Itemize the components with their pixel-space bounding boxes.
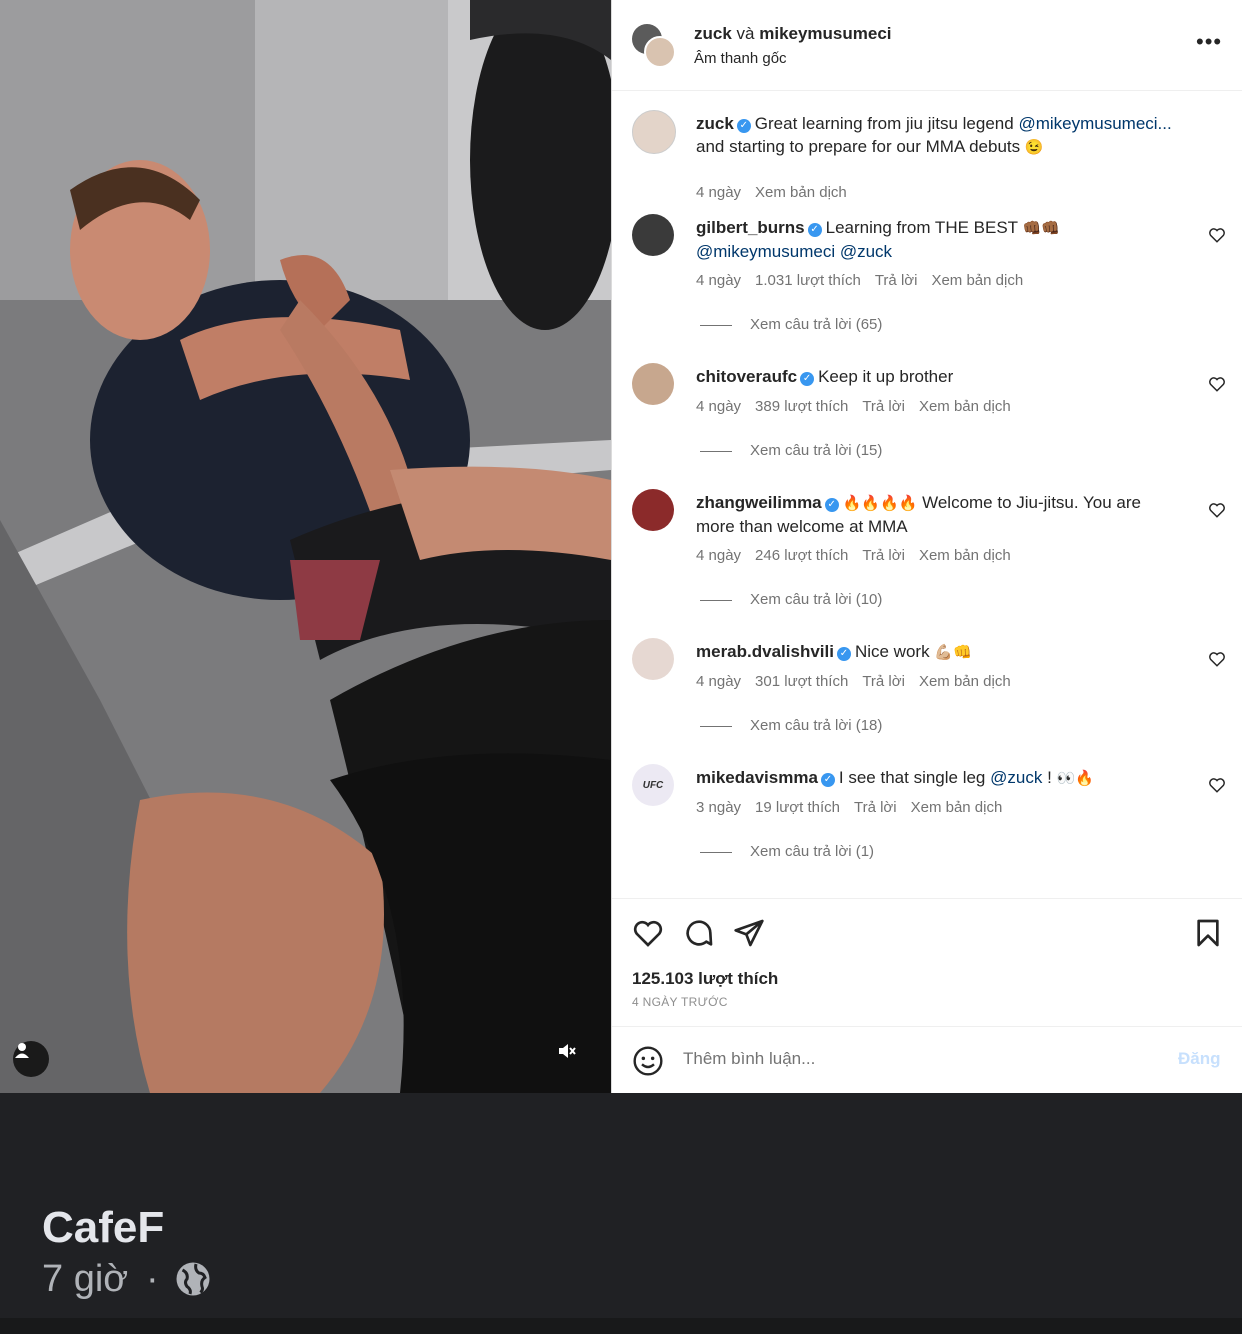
post-authors: zuck và mikeymusumeci xyxy=(694,24,892,43)
page-name[interactable]: CafeF xyxy=(42,1203,164,1253)
verified-icon: ✓ xyxy=(836,647,851,661)
share-icon[interactable] xyxy=(733,917,765,949)
comment-input[interactable]: Thêm bình luận... xyxy=(683,1049,815,1069)
avatar-badge-text: UFC xyxy=(642,779,664,791)
author-link[interactable]: zuck xyxy=(694,24,732,43)
mention-link[interactable]: @zuck xyxy=(990,768,1042,787)
view-replies-button[interactable]: Xem câu trả lời (1) xyxy=(700,843,874,860)
comment-time: 3 ngày xyxy=(696,799,742,816)
comment-likes[interactable]: 246 lượt thích xyxy=(755,547,848,564)
avatar[interactable]: UFC xyxy=(632,764,674,806)
heart-icon[interactable] xyxy=(1208,776,1226,794)
reply-link[interactable]: Trả lời xyxy=(862,547,905,564)
globe-icon xyxy=(176,1262,210,1296)
comment-time: 4 ngày xyxy=(696,272,742,289)
post-video[interactable] xyxy=(0,0,611,1093)
avatar[interactable] xyxy=(632,363,674,405)
verified-icon: ✓ xyxy=(807,223,822,237)
comment-time: 4 ngày xyxy=(696,398,742,415)
comment-icon[interactable] xyxy=(683,917,715,949)
comment-username[interactable]: mikedavismma xyxy=(696,768,818,787)
comment-username[interactable]: merab.dvalishvili xyxy=(696,642,834,661)
translate-link[interactable]: Xem bản dịch xyxy=(911,799,1003,816)
heart-icon[interactable] xyxy=(1208,650,1226,668)
heart-icon[interactable] xyxy=(1208,375,1226,393)
comment-username[interactable]: zhangweilimma xyxy=(696,493,822,512)
bottom-bar xyxy=(0,1318,1242,1334)
avatar xyxy=(644,36,676,68)
post-time[interactable]: 7 giờ xyxy=(42,1258,128,1301)
reply-link[interactable]: Trả lời xyxy=(862,398,905,415)
collab-avatars[interactable] xyxy=(632,24,676,68)
view-replies-button[interactable]: Xem câu trả lời (15) xyxy=(700,442,882,459)
avatar[interactable] xyxy=(632,638,674,680)
comment-likes[interactable]: 1.031 lượt thích xyxy=(755,272,861,289)
translate-link[interactable]: Xem bản dịch xyxy=(931,272,1023,289)
verified-icon: ✓ xyxy=(824,498,839,512)
smile-icon[interactable] xyxy=(632,1045,664,1077)
comment-username[interactable]: gilbert_burns xyxy=(696,218,805,237)
translate-link[interactable]: Xem bản dịch xyxy=(919,547,1011,564)
comment-time: 4 ngày xyxy=(696,547,742,564)
heart-icon[interactable] xyxy=(632,917,664,949)
heart-icon[interactable] xyxy=(1208,226,1226,244)
separator: · xyxy=(146,1258,159,1300)
view-replies-button[interactable]: Xem câu trả lời (65) xyxy=(700,316,882,333)
reply-link[interactable]: Trả lời xyxy=(862,673,905,690)
post-side-panel: zuck và mikeymusumeci Âm thanh gốc ••• z… xyxy=(611,0,1242,1093)
comment-composer: Thêm bình luận... Đăng xyxy=(612,1026,1242,1093)
bookmark-icon[interactable] xyxy=(1192,917,1224,949)
post-actions: 125.103 lượt thích 4 NGÀY TRƯỚC xyxy=(612,898,1242,1027)
audio-label[interactable]: Âm thanh gốc xyxy=(694,50,787,67)
avatar[interactable] xyxy=(632,214,674,256)
translate-link[interactable]: Xem bản dịch xyxy=(755,184,847,201)
post-timestamp: 4 NGÀY TRƯỚC xyxy=(632,995,728,1009)
comment-username[interactable]: zuck xyxy=(696,114,734,133)
verified-icon: ✓ xyxy=(736,119,751,133)
avatar[interactable] xyxy=(632,110,676,154)
comment-likes[interactable]: 301 lượt thích xyxy=(755,673,848,690)
comment-likes[interactable]: 389 lượt thích xyxy=(755,398,848,415)
mention-link[interactable]: @mikeymusumeci... xyxy=(1018,114,1171,133)
comment-likes[interactable]: 19 lượt thích xyxy=(755,799,840,816)
muted-icon[interactable] xyxy=(556,1041,592,1077)
translate-link[interactable]: Xem bản dịch xyxy=(919,398,1011,415)
comment-time: 4 ngày xyxy=(696,184,742,201)
user-tag-icon[interactable] xyxy=(13,1041,49,1077)
post-header: zuck và mikeymusumeci Âm thanh gốc ••• xyxy=(612,0,1242,91)
comment-username[interactable]: chitoveraufc xyxy=(696,367,797,386)
avatar[interactable] xyxy=(632,489,674,531)
likes-count[interactable]: 125.103 lượt thích xyxy=(632,969,778,989)
instagram-post-screenshot: zuck và mikeymusumeci Âm thanh gốc ••• z… xyxy=(0,0,1242,1093)
post-comment-button[interactable]: Đăng xyxy=(1178,1049,1221,1069)
view-replies-button[interactable]: Xem câu trả lời (10) xyxy=(700,591,882,608)
heart-icon[interactable] xyxy=(1208,501,1226,519)
verified-icon: ✓ xyxy=(820,773,835,787)
translate-link[interactable]: Xem bản dịch xyxy=(919,673,1011,690)
comments-list[interactable]: zuck ✓ Great learning from jiu jitsu legen… xyxy=(612,92,1242,898)
reply-link[interactable]: Trả lời xyxy=(875,272,918,289)
author-link[interactable]: mikeymusumeci xyxy=(759,24,891,43)
mention-link[interactable]: @mikeymusumeci @zuck xyxy=(696,242,892,261)
comment-time: 4 ngày xyxy=(696,673,742,690)
video-frame-illustration xyxy=(0,0,611,1093)
reply-link[interactable]: Trả lời xyxy=(854,799,897,816)
view-replies-button[interactable]: Xem câu trả lời (18) xyxy=(700,717,882,734)
more-icon[interactable]: ••• xyxy=(1196,31,1222,53)
verified-icon: ✓ xyxy=(800,372,815,386)
